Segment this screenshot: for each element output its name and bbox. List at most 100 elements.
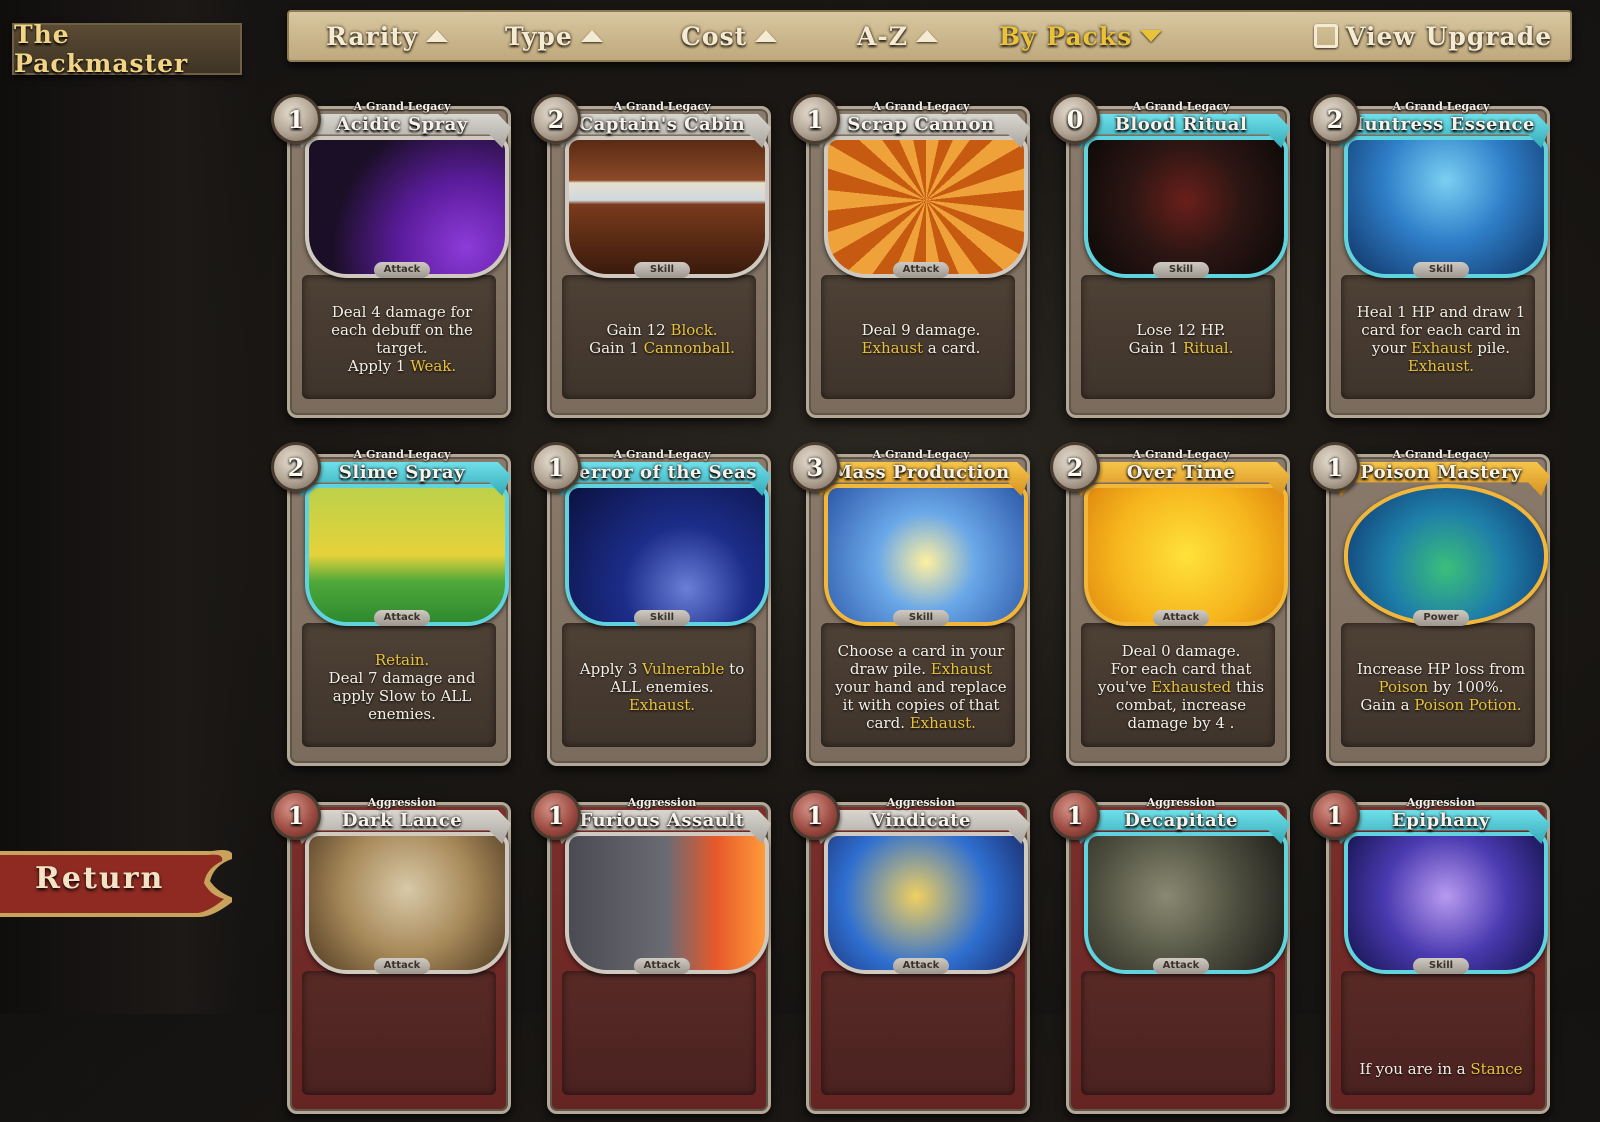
sort-label: Type: [505, 21, 573, 51]
view-upgrade-checkbox[interactable]: [1314, 24, 1338, 48]
description-line: Exhaust a card.: [862, 339, 981, 357]
energy-cost-orb: 1: [271, 94, 321, 144]
card-type-label: Skill: [634, 610, 690, 626]
card-mass-production[interactable]: A Grand Legacy Mass Production 3 Skill Choos…: [790, 442, 1048, 774]
sort-ascending-icon: [426, 30, 449, 42]
card-title: Decapitate: [1124, 810, 1238, 831]
card-type-label: Attack: [374, 958, 430, 974]
energy-cost-orb: 1: [531, 442, 581, 492]
card-description: Deal 0 damage. For each card that you've E…: [1078, 632, 1284, 742]
sort-az-button[interactable]: A-Z: [857, 12, 939, 60]
energy-cost-orb: 1: [531, 790, 581, 840]
card-description: Apply 3 Vulnerable to ALL enemies. Exhaust…: [559, 632, 765, 742]
keyword-text: Exhaust.: [909, 714, 976, 732]
sort-ascending-icon: [755, 30, 778, 42]
card-over-time[interactable]: A Grand Legacy Over Time 2 Attack Deal 0 dam…: [1050, 442, 1308, 774]
description-line: Poison by 100%.: [1379, 678, 1504, 696]
sort-rarity-button[interactable]: Rarity: [326, 12, 449, 60]
card-type-label: Skill: [893, 610, 949, 626]
energy-cost-orb: 2: [531, 94, 581, 144]
return-label: Return: [35, 861, 165, 896]
card-description: [559, 980, 765, 1090]
description-line: If you are in a Stance: [1359, 1060, 1522, 1078]
keyword-text: Exhaust.: [628, 696, 696, 714]
card-title: Huntress Essence: [1347, 114, 1535, 135]
description-line: target.: [376, 339, 427, 357]
description-line: combat, increase: [1116, 696, 1246, 714]
keyword-text: Exhaust: [1411, 339, 1473, 357]
description-line: card. Exhaust.: [866, 714, 976, 732]
description-text: your hand and replace: [835, 678, 1007, 696]
description-text: Choose a card in your: [837, 642, 1005, 660]
keyword-text: Stance: [1470, 1060, 1523, 1078]
card-title: Mass Production: [832, 462, 1010, 483]
sort-type-button[interactable]: Type: [505, 12, 603, 60]
view-upgrade-toggle[interactable]: View Upgrade: [1314, 12, 1552, 60]
description-text: For each card that: [1110, 660, 1252, 678]
description-line: your Exhaust pile.: [1372, 339, 1510, 357]
description-line: Retain.: [375, 651, 429, 669]
card-acidic-spray[interactable]: A Grand Legacy Acidic Spray 1 Attack Deal 4 …: [271, 94, 529, 426]
sort-ascending-icon: [916, 30, 939, 42]
description-line: Lose 12 HP.: [1136, 321, 1225, 339]
sort-by-packs-button[interactable]: By Packs: [999, 12, 1163, 60]
keyword-text: Retain.: [374, 651, 430, 669]
card-type-label: Attack: [1153, 610, 1209, 626]
energy-cost-orb: 1: [790, 94, 840, 144]
card-title: Acidic Spray: [336, 114, 468, 135]
card-furious-assault[interactable]: Aggression Furious Assault 1 Attack: [531, 790, 789, 1122]
description-line: apply Slow to ALL: [333, 687, 471, 705]
description-line: card for each card in: [1361, 321, 1520, 339]
card-captain-s-cabin[interactable]: A Grand Legacy Captain's Cabin 2 Skill Gain …: [531, 94, 789, 426]
card-epiphany[interactable]: Aggression Epiphany 1 Skill If you are in a …: [1310, 790, 1568, 1122]
card-type-label: Attack: [374, 610, 430, 626]
card-decapitate[interactable]: Aggression Decapitate 1 Attack: [1050, 790, 1308, 1122]
description-line: draw pile. Exhaust: [850, 660, 992, 678]
page-title: The Packmaster: [12, 20, 242, 78]
description-text: pile.: [1472, 339, 1511, 357]
card-slime-spray[interactable]: A Grand Legacy Slime Spray 2 Attack Retain. D…: [271, 442, 529, 774]
description-line: it with copies of that: [843, 696, 1000, 714]
description-text: Heal 1 HP and draw 1: [1356, 303, 1526, 321]
scrap-cannon-art: [824, 136, 1028, 278]
description-text: enemies.: [368, 705, 436, 723]
card-terror-of-the-seas[interactable]: A Grand Legacy Terror of the Seas 1 Skill Ap…: [531, 442, 789, 774]
description-text: combat, increase: [1115, 696, 1247, 714]
return-button[interactable]: Return: [0, 843, 232, 925]
card-vindicate[interactable]: Aggression Vindicate 1 Attack: [790, 790, 1048, 1122]
description-text: draw pile.: [849, 660, 931, 678]
description-line: damage by 4 .: [1128, 714, 1235, 732]
spray-bottle-art: [305, 484, 509, 626]
card-title: Vindicate: [871, 810, 971, 831]
sort-cost-button[interactable]: Cost: [681, 12, 778, 60]
description-text: ALL enemies.: [610, 678, 714, 696]
card-title: Dark Lance: [341, 810, 463, 831]
card-poison-mastery[interactable]: A Grand Legacy Poison Mastery 1 Power Increa…: [1310, 442, 1568, 774]
description-text: Deal 7 damage and: [328, 669, 476, 687]
card-type-label: Attack: [893, 958, 949, 974]
sort-label: Rarity: [326, 21, 419, 51]
decapitate-art: [1084, 832, 1288, 974]
card-blood-ritual[interactable]: A Grand Legacy Blood Ritual 0 Skill Lose 12 …: [1050, 94, 1308, 426]
description-text: Deal 9 damage.: [861, 321, 981, 339]
card-huntress-essence[interactable]: A Grand Legacy Huntress Essence 2 Skill Heal…: [1310, 94, 1568, 426]
description-text: target.: [376, 339, 428, 357]
description-line: Apply 3 Vulnerable to: [580, 660, 744, 678]
dark-lance-art: [305, 832, 509, 974]
description-line: you've Exhausted this: [1098, 678, 1264, 696]
card-description: Heal 1 HP and draw 1 card for each card i…: [1338, 284, 1544, 394]
description-text: damage by 4 .: [1127, 714, 1235, 732]
ship-cabin-art: [565, 136, 769, 278]
description-line: Exhaust.: [1408, 357, 1474, 375]
card-type-label: Attack: [1153, 958, 1209, 974]
description-line: Deal 0 damage.: [1122, 642, 1241, 660]
card-scrap-cannon[interactable]: A Grand Legacy Scrap Cannon 1 Attack Deal 9 …: [790, 94, 1048, 426]
acid-spray-art: [305, 136, 509, 278]
keyword-text: Exhausted: [1151, 678, 1232, 696]
description-text: it with copies of that: [842, 696, 1000, 714]
card-type-label: Skill: [634, 262, 690, 278]
card-dark-lance[interactable]: Aggression Dark Lance 1 Attack: [271, 790, 529, 1122]
description-line: Choose a card in your: [838, 642, 1005, 660]
pirate-ship-art: [565, 484, 769, 626]
keyword-text: Block.: [670, 321, 718, 339]
